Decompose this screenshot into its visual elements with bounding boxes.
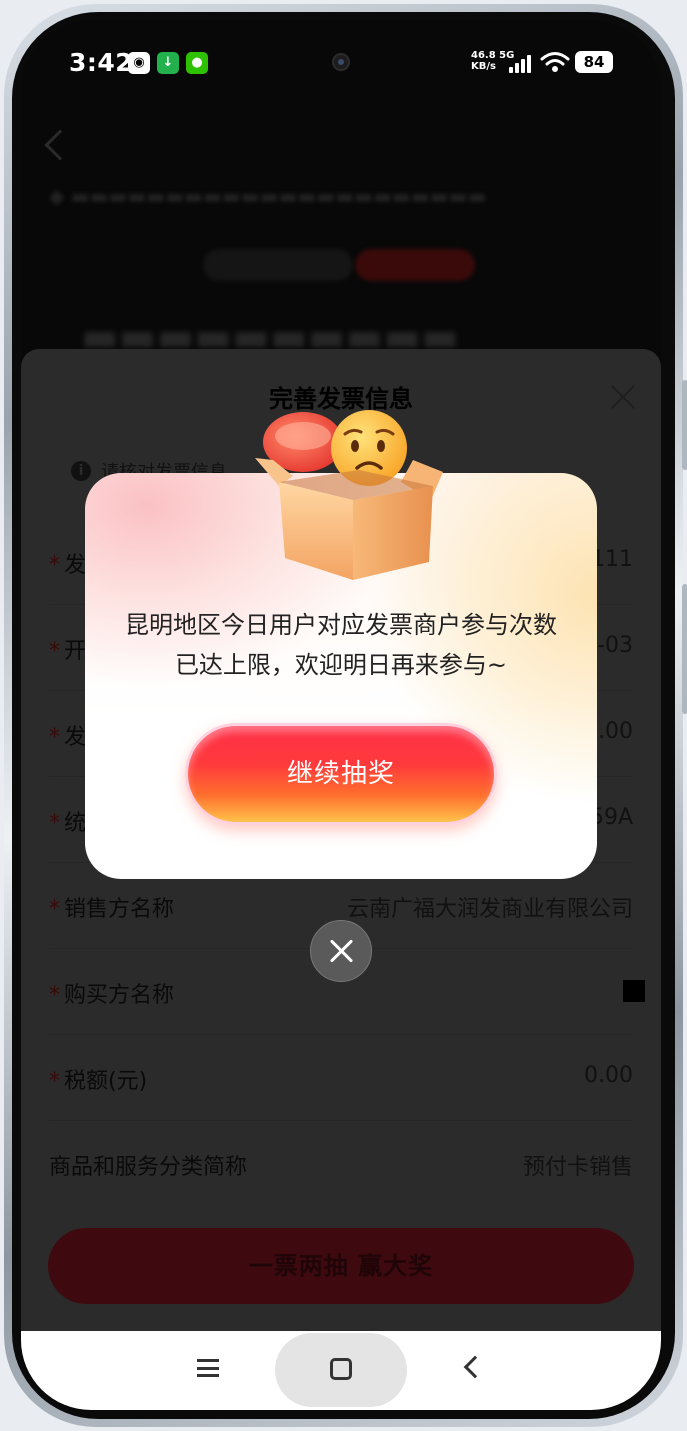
row-label: * 税额(元) [49, 1069, 148, 1094]
front-camera [332, 53, 350, 71]
row-label: * 购买方名称 [49, 983, 175, 1008]
row-label: * 销售方名称 [49, 897, 175, 922]
wifi-icon [540, 52, 570, 72]
clock: 3:42 [69, 48, 134, 77]
back-icon[interactable] [44, 129, 76, 161]
info-icon: i [71, 461, 91, 481]
row-label: 商品和服务分类简称 [49, 1155, 248, 1180]
network-speed: 46.8 5G KB/s [471, 50, 515, 72]
row-value: -03 [597, 633, 633, 658]
submit-draw-button[interactable]: 一票两抽 赢大奖 [48, 1228, 634, 1304]
gift-box-icon [255, 410, 443, 580]
screen: ◆ ▬▬▬▬▬▬▬▬▬▬▬▬▬▬▬▬▬▬▬▬▬▬ ▬▬▬▬▬▬▬▬▬▬ 完善发票… [21, 20, 661, 1410]
row-label: * 开 [49, 639, 87, 664]
battery-icon: 84 [575, 51, 613, 73]
notice-bar: ◆ ▬▬▬▬▬▬▬▬▬▬▬▬▬▬▬▬▬▬▬▬▬▬ [49, 184, 487, 208]
home-icon[interactable] [330, 1358, 352, 1380]
volume-button [682, 380, 687, 470]
search-pill [203, 249, 353, 281]
download-icon: ↓ [157, 52, 179, 74]
popup-close-button[interactable] [310, 920, 372, 982]
row-label: * 发 [49, 725, 87, 750]
row-value: .00 [598, 719, 633, 744]
category-row[interactable]: 商品和服务分类简称 预付卡销售 [49, 1121, 633, 1207]
row-value: 0.00 [584, 1063, 633, 1088]
continue-draw-button[interactable]: 继续抽奖 [185, 723, 497, 825]
row-value: 预付卡销售 [522, 1155, 633, 1180]
wechat-icon: ● [186, 52, 208, 74]
popup-message: 昆明地区今日用户对应发票商户参与次数已达上限，欢迎明日再来参与~ [125, 611, 557, 679]
redacted-box [623, 980, 645, 1002]
power-button [682, 584, 687, 714]
red-pill [355, 249, 475, 281]
system-nav-bar [21, 1331, 661, 1410]
signal-icon [509, 53, 531, 73]
qq-icon: ◉ [128, 52, 150, 74]
row-label: * 统 [49, 811, 87, 836]
tax-row[interactable]: * 税额(元) 0.00 [49, 1035, 633, 1121]
back-nav-icon[interactable] [463, 1355, 487, 1379]
status-bar: 3:42 ◉ ↓ ● 46.8 5G KB/s 84 [21, 20, 661, 104]
row-value: 云南广福大润发商业有限公司 [346, 897, 633, 922]
menu-icon[interactable] [197, 1359, 219, 1377]
close-icon[interactable] [609, 383, 637, 411]
row-label: * 发 [49, 553, 87, 578]
